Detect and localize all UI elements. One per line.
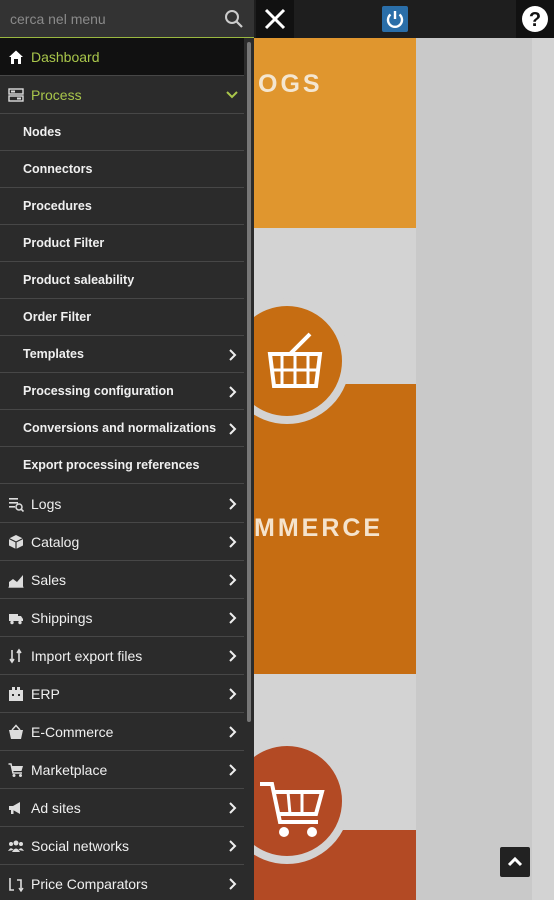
close-icon: [264, 8, 286, 30]
submenu-item-order-filter[interactable]: Order Filter: [0, 299, 244, 336]
building-icon: [9, 687, 23, 701]
chevron-right-icon: [229, 840, 237, 852]
ecommerce-card[interactable]: MMERCE: [254, 384, 416, 674]
power-button[interactable]: [382, 6, 408, 32]
content-column: [416, 38, 532, 900]
truck-icon: [9, 614, 23, 625]
chevron-right-icon: [229, 878, 237, 890]
submenu-item-label: Product saleability: [23, 273, 135, 287]
menu-search: [0, 0, 254, 38]
scroll-to-top-button[interactable]: [500, 847, 530, 877]
submenu-item-label: Conversions and normalizations: [23, 421, 217, 435]
chevron-up-icon: [507, 856, 523, 867]
submenu-item-label: Procedures: [23, 199, 92, 213]
menu-item-label: Dashboard: [31, 49, 100, 65]
logs-icon: [9, 498, 24, 512]
cart-icon: [8, 763, 23, 777]
transfer-icon: [9, 648, 22, 664]
search-input[interactable]: [10, 6, 220, 32]
dashboard-content: OGS MMERCE: [224, 38, 554, 900]
menu-item-label: Ad sites: [31, 800, 81, 816]
chart-icon: [8, 575, 24, 588]
sliders-icon: [8, 88, 24, 102]
compare-icon: [9, 878, 24, 892]
chevron-right-icon: [229, 688, 237, 700]
menu-item-marketplace[interactable]: Marketplace: [0, 751, 244, 789]
menu-item-dashboard[interactable]: Dashboard: [0, 38, 244, 76]
menu-item-erp[interactable]: ERP: [0, 675, 244, 713]
menu-item-sales[interactable]: Sales: [0, 561, 244, 599]
chevron-right-icon: [229, 650, 237, 662]
top-bar: ?: [0, 0, 554, 38]
submenu-item-processing-configuration[interactable]: Processing configuration: [0, 373, 244, 410]
submenu-item-templates[interactable]: Templates: [0, 336, 244, 373]
svg-text:?: ?: [529, 9, 541, 31]
menu-item-social-networks[interactable]: Social networks: [0, 827, 244, 865]
logs-card[interactable]: OGS: [254, 38, 416, 228]
chevron-right-icon: [229, 802, 237, 814]
submenu-item-label: Order Filter: [23, 310, 92, 324]
menu-item-import-export-files[interactable]: Import export files: [0, 637, 244, 675]
menu-item-label: Process: [31, 87, 82, 103]
basket-icon: [9, 724, 23, 739]
submenu-item-label: Connectors: [23, 162, 93, 176]
chevron-right-icon: [229, 498, 237, 510]
search-icon[interactable]: [224, 9, 244, 29]
menu-item-label: E-Commerce: [31, 724, 114, 740]
menu-item-ad-sites[interactable]: Ad sites: [0, 789, 244, 827]
chevron-right-icon: [229, 726, 237, 738]
chevron-right-icon: [229, 536, 237, 548]
chevron-right-icon: [229, 574, 237, 586]
menu-item-label: Price Comparators: [31, 876, 148, 892]
help-button[interactable]: ?: [516, 0, 554, 38]
submenu-item-product-filter[interactable]: Product Filter: [0, 225, 244, 262]
close-menu-button[interactable]: [256, 0, 294, 38]
menu-item-catalog[interactable]: Catalog: [0, 523, 244, 561]
chevron-right-icon: [229, 349, 237, 361]
sidebar-menu: Dashboard Process Nodes Connectors Proce…: [0, 38, 254, 900]
menu-item-label: Shippings: [31, 610, 93, 626]
submenu-item-product-saleability[interactable]: Product saleability: [0, 262, 244, 299]
menu-item-label: Logs: [31, 496, 62, 512]
menu-item-price-comparators[interactable]: Price Comparators: [0, 865, 244, 900]
menu-item-logs[interactable]: Logs: [0, 485, 244, 523]
menu-item-label: Catalog: [31, 534, 80, 550]
menu-item-label: Import export files: [31, 648, 143, 664]
menu-item-label: ERP: [31, 686, 60, 702]
submenu-item-connectors[interactable]: Connectors: [0, 151, 244, 188]
power-icon: [386, 11, 404, 29]
menu-item-shippings[interactable]: Shippings: [0, 599, 244, 637]
ecommerce-card-title: MMERCE: [254, 514, 384, 542]
submenu-item-label: Nodes: [23, 125, 62, 139]
submenu-item-nodes[interactable]: Nodes: [0, 114, 244, 151]
menu-item-label: Social networks: [31, 838, 130, 854]
box-icon: [8, 535, 24, 549]
logs-card-title: OGS: [258, 70, 323, 98]
home-icon: [9, 50, 23, 64]
chevron-down-icon: [226, 91, 238, 99]
menu-item-label: Sales: [31, 572, 67, 588]
help-icon: ?: [522, 6, 548, 32]
submenu-item-label: Export processing references: [23, 458, 200, 472]
submenu-item-label: Product Filter: [23, 236, 105, 250]
submenu-item-export-processing-references[interactable]: Export processing references: [0, 447, 244, 484]
submenu-item-conversions[interactable]: Conversions and normalizations: [0, 410, 244, 447]
menu-scrollbar[interactable]: [244, 38, 254, 900]
users-icon: [8, 840, 24, 852]
submenu-item-label: Templates: [23, 347, 84, 361]
megaphone-icon: [9, 802, 20, 814]
menu-scrollbar-thumb[interactable]: [247, 42, 251, 722]
chevron-right-icon: [229, 612, 237, 624]
submenu-item-procedures[interactable]: Procedures: [0, 188, 244, 225]
menu-item-e-commerce[interactable]: E-Commerce: [0, 713, 244, 751]
chevron-right-icon: [229, 764, 237, 776]
chevron-right-icon: [229, 423, 237, 435]
menu-item-process[interactable]: Process: [0, 76, 244, 114]
menu-item-label: Marketplace: [31, 762, 108, 778]
submenu-item-label: Processing configuration: [23, 384, 174, 398]
chevron-right-icon: [229, 386, 237, 398]
